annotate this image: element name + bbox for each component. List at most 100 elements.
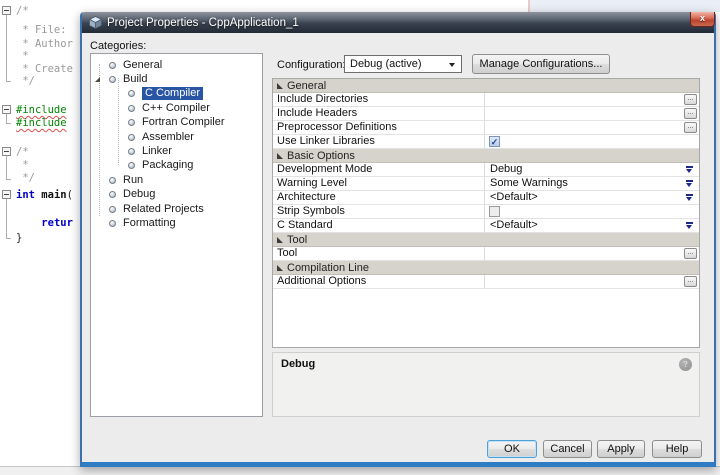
section-header-label: Tool <box>287 234 307 246</box>
expand-icon[interactable] <box>95 77 100 82</box>
code-segment: } <box>16 232 22 244</box>
close-button[interactable]: x <box>690 12 715 27</box>
property-row-preprocessor-definitions: Preprocessor Definitions... <box>273 121 699 135</box>
property-value[interactable]: Some Warnings <box>485 177 699 190</box>
browse-button[interactable]: ... <box>684 248 697 259</box>
category-node-icon <box>128 134 135 141</box>
tree-item-run[interactable]: Run <box>91 173 262 187</box>
section-collapse-icon <box>277 83 283 89</box>
fold-collapse-icon[interactable] <box>2 105 11 114</box>
tree-item-label: Packaging <box>142 159 193 172</box>
code-line: /* <box>16 146 29 158</box>
property-value[interactable]: ... <box>485 107 699 120</box>
description-title: Debug <box>281 358 315 370</box>
tree-item-linker[interactable]: Linker <box>91 144 262 158</box>
fold-guide-line <box>6 199 11 239</box>
code-segment: */ <box>16 75 35 87</box>
code-line: int main( <box>16 189 73 201</box>
checkbox-checked[interactable]: ✓ <box>489 136 500 147</box>
tree-item-c-compiler[interactable]: C Compiler <box>91 87 262 101</box>
category-node-icon <box>128 162 135 169</box>
category-node-icon <box>109 76 116 83</box>
code-segment: int <box>16 189 35 201</box>
tree-item-label: Fortran Compiler <box>142 116 225 129</box>
property-value[interactable]: ... <box>485 93 699 106</box>
fold-collapse-icon[interactable] <box>2 6 11 15</box>
property-value[interactable]: ... <box>485 121 699 134</box>
browse-button[interactable]: ... <box>684 94 697 105</box>
fold-collapse-icon[interactable] <box>2 190 11 199</box>
property-row-additional-options: Additional Options... <box>273 275 699 289</box>
fold-collapse-icon[interactable] <box>2 147 11 156</box>
section-header-compilation-line[interactable]: Compilation Line <box>273 261 699 275</box>
code-segment: #include <box>16 117 67 129</box>
section-header-general[interactable]: General <box>273 79 699 93</box>
browse-button[interactable]: ... <box>684 108 697 119</box>
property-label: Tool <box>273 247 485 260</box>
tree-item-c-compiler[interactable]: C++ Compiler <box>91 101 262 115</box>
property-label: Strip Symbols <box>273 205 485 218</box>
tree-item-label: Linker <box>142 145 172 158</box>
property-value[interactable]: ✓ <box>485 205 699 218</box>
property-value[interactable]: <Default> <box>485 219 699 232</box>
tree-item-build[interactable]: Build <box>91 72 262 86</box>
section-header-tool[interactable]: Tool <box>273 233 699 247</box>
tree-item-label: Related Projects <box>123 203 204 216</box>
checkbox-unchecked[interactable]: ✓ <box>489 206 500 217</box>
code-line: */ <box>16 75 35 87</box>
dialog-titlebar[interactable]: Project Properties - CppApplication_1 x <box>82 12 714 33</box>
configuration-value: Debug (active) <box>350 58 422 70</box>
chevron-down-icon[interactable] <box>686 180 693 188</box>
tree-item-related-projects[interactable]: Related Projects <box>91 202 262 216</box>
categories-tree[interactable]: GeneralBuildC CompilerC++ CompilerFortra… <box>90 53 263 417</box>
property-row-use-linker-libraries: Use Linker Libraries ✓ <box>273 135 699 149</box>
property-value[interactable]: ✓ <box>485 135 699 148</box>
ok-button[interactable]: OK <box>487 440 537 458</box>
tree-item-packaging[interactable]: Packaging <box>91 159 262 173</box>
property-value[interactable]: <Default> <box>485 191 699 204</box>
code-segment: * Create <box>16 63 73 75</box>
tree-item-label: Build <box>123 73 147 86</box>
tree-item-fortran-compiler[interactable]: Fortran Compiler <box>91 116 262 130</box>
property-value[interactable]: ... <box>485 247 699 260</box>
category-node-icon <box>128 148 135 155</box>
fold-guide-line <box>6 156 11 180</box>
chevron-down-icon[interactable] <box>686 194 693 202</box>
manage-configurations-button[interactable]: Manage Configurations... <box>472 54 610 74</box>
section-header-basic-options[interactable]: Basic Options <box>273 149 699 163</box>
property-label: Include Headers <box>273 107 485 120</box>
configuration-select[interactable]: Debug (active) <box>344 55 462 73</box>
code-segment <box>16 217 41 229</box>
property-value[interactable]: ... <box>485 275 699 288</box>
code-segment: * <box>16 159 29 171</box>
code-line: */ <box>16 172 35 184</box>
property-label: C Standard <box>273 219 485 232</box>
tree-item-general[interactable]: General <box>91 58 262 72</box>
tree-item-label: Assembler <box>142 131 194 144</box>
browse-button[interactable]: ... <box>684 122 697 133</box>
property-label: Preprocessor Definitions <box>273 121 485 134</box>
help-circle-icon[interactable]: ? <box>679 358 692 371</box>
code-line: #include <box>16 104 67 116</box>
fold-guide-line <box>6 15 11 82</box>
configuration-label: Configuration: <box>277 59 346 71</box>
property-value[interactable]: Debug <box>485 163 699 176</box>
code-line: * <box>16 50 29 62</box>
code-segment: */ <box>16 172 35 184</box>
tree-item-formatting[interactable]: Formatting <box>91 216 262 230</box>
tree-item-assembler[interactable]: Assembler <box>91 130 262 144</box>
code-line: * Create <box>16 63 73 75</box>
category-node-icon <box>109 206 116 213</box>
help-button[interactable]: Help <box>652 440 702 458</box>
property-row-tool: Tool... <box>273 247 699 261</box>
property-label: Use Linker Libraries <box>273 135 485 148</box>
chevron-down-icon[interactable] <box>686 222 693 230</box>
chevron-down-icon[interactable] <box>686 166 693 174</box>
property-row-strip-symbols: Strip Symbols ✓ <box>273 205 699 219</box>
tree-item-label: C Compiler <box>142 87 203 100</box>
apply-button[interactable]: Apply <box>597 440 645 458</box>
browse-button[interactable]: ... <box>684 276 697 287</box>
tree-item-debug[interactable]: Debug <box>91 188 262 202</box>
cancel-button[interactable]: Cancel <box>543 440 592 458</box>
project-properties-dialog: Project Properties - CppApplication_1 x … <box>80 12 716 467</box>
